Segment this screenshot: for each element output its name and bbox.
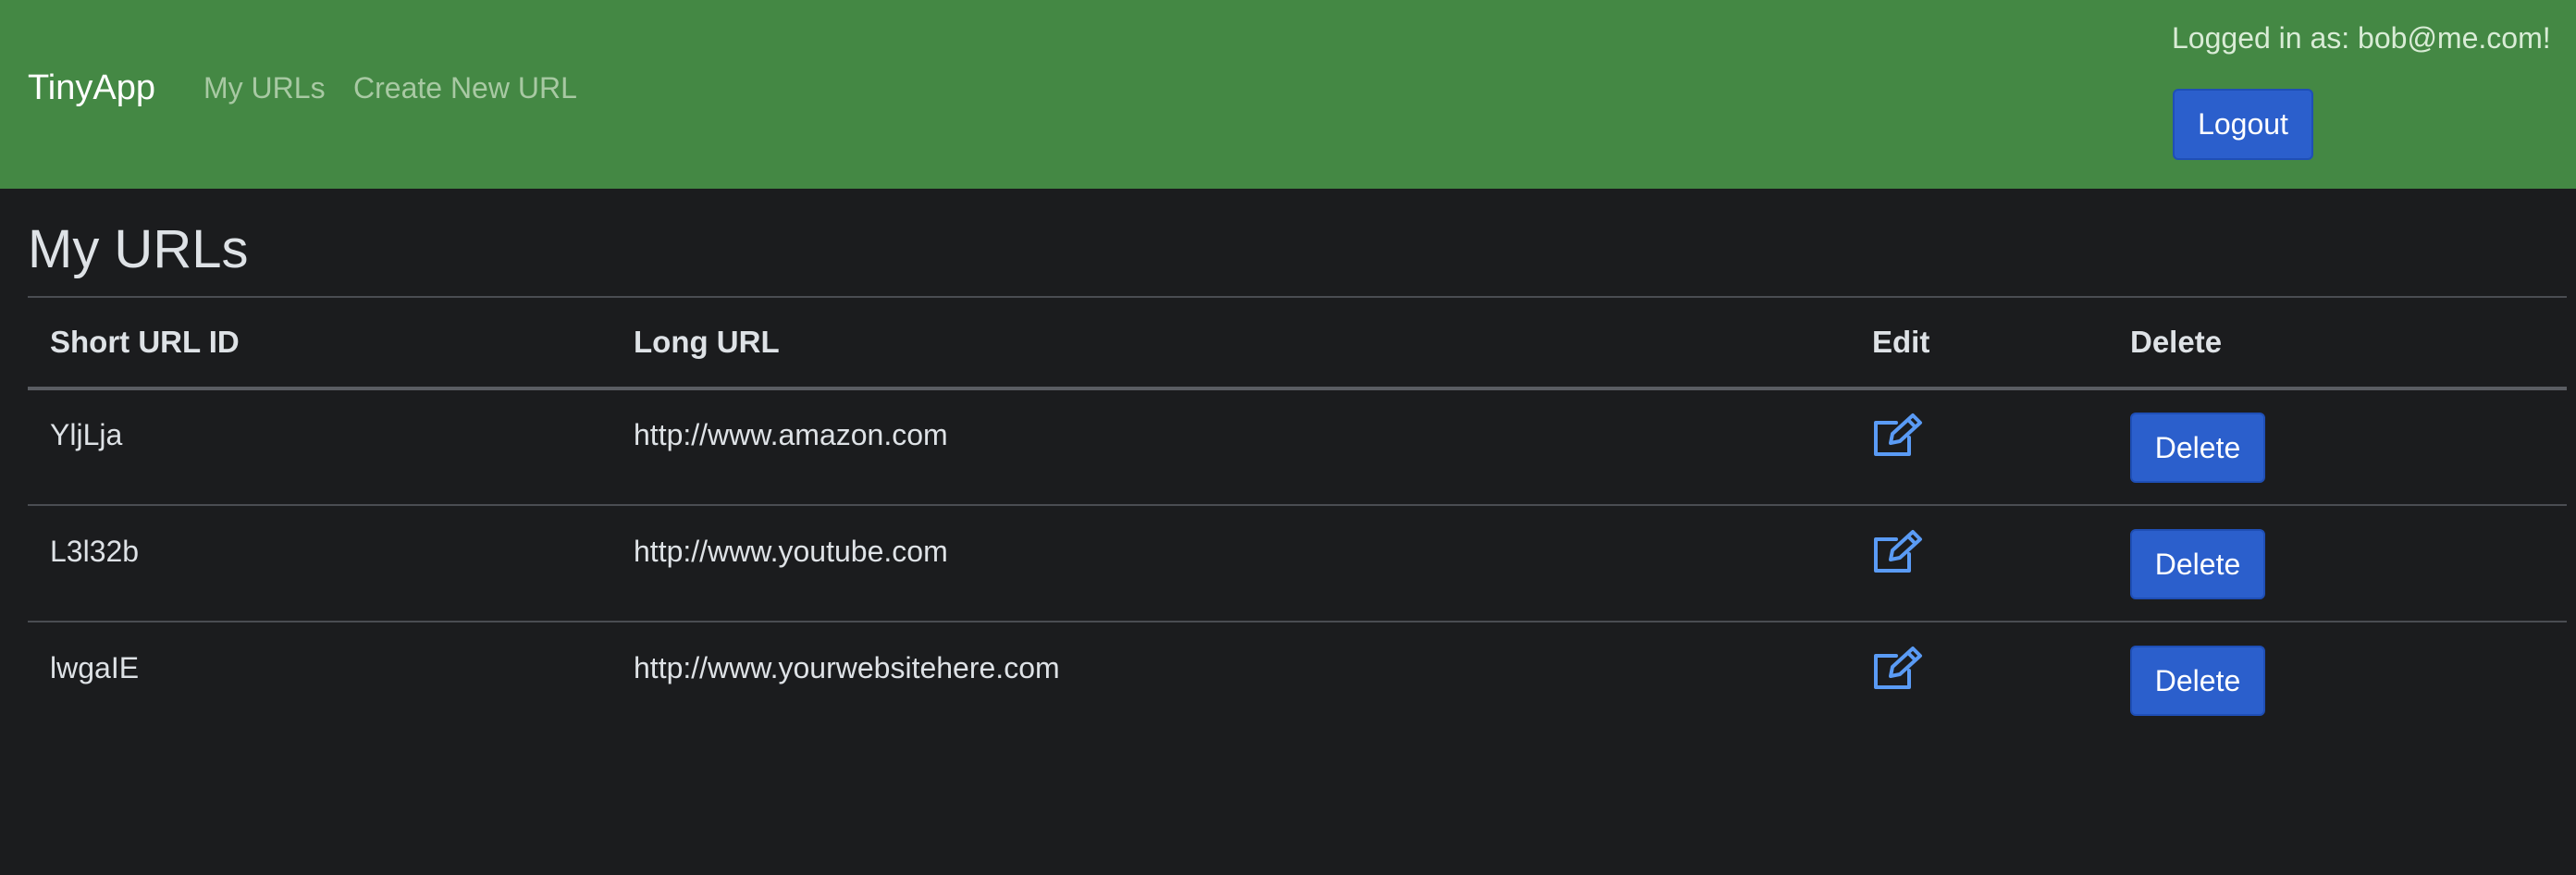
nav-link-my-urls[interactable]: My URLs [203,67,326,109]
page-title: My URLs [28,219,249,279]
delete-button[interactable]: Delete [2130,413,2265,483]
edit-icon[interactable] [1872,645,1924,691]
short-url-id[interactable]: YljLja [50,414,122,455]
logout-button[interactable]: Logout [2173,89,2313,160]
navbar: TinyApp My URLs Create New URL Logged in… [0,0,2576,189]
row-divider [28,621,2567,622]
long-url: http://www.yourwebsitehere.com [634,651,1060,684]
logged-in-status: Logged in as: bob@me.com! [2172,21,2551,55]
column-header-long-url: Long URL [634,325,780,359]
column-header-edit: Edit [1872,325,1930,359]
row-divider [28,504,2567,506]
column-header-short-url-id: Short URL ID [50,325,240,359]
edit-icon[interactable] [1872,412,1924,458]
brand-link[interactable]: TinyApp [28,65,155,111]
long-url: http://www.youtube.com [634,535,948,568]
nav-link-create-new-url[interactable]: Create New URL [353,67,577,109]
column-header-delete: Delete [2130,325,2223,359]
delete-button[interactable]: Delete [2130,646,2265,716]
short-url-id[interactable]: L3l32b [50,531,139,572]
edit-icon[interactable] [1872,528,1924,574]
delete-button[interactable]: Delete [2130,529,2265,599]
short-url-id[interactable]: lwgaIE [50,647,139,688]
long-url: http://www.amazon.com [634,418,948,451]
table-header-divider [28,387,2567,390]
table-top-divider [28,296,2567,298]
